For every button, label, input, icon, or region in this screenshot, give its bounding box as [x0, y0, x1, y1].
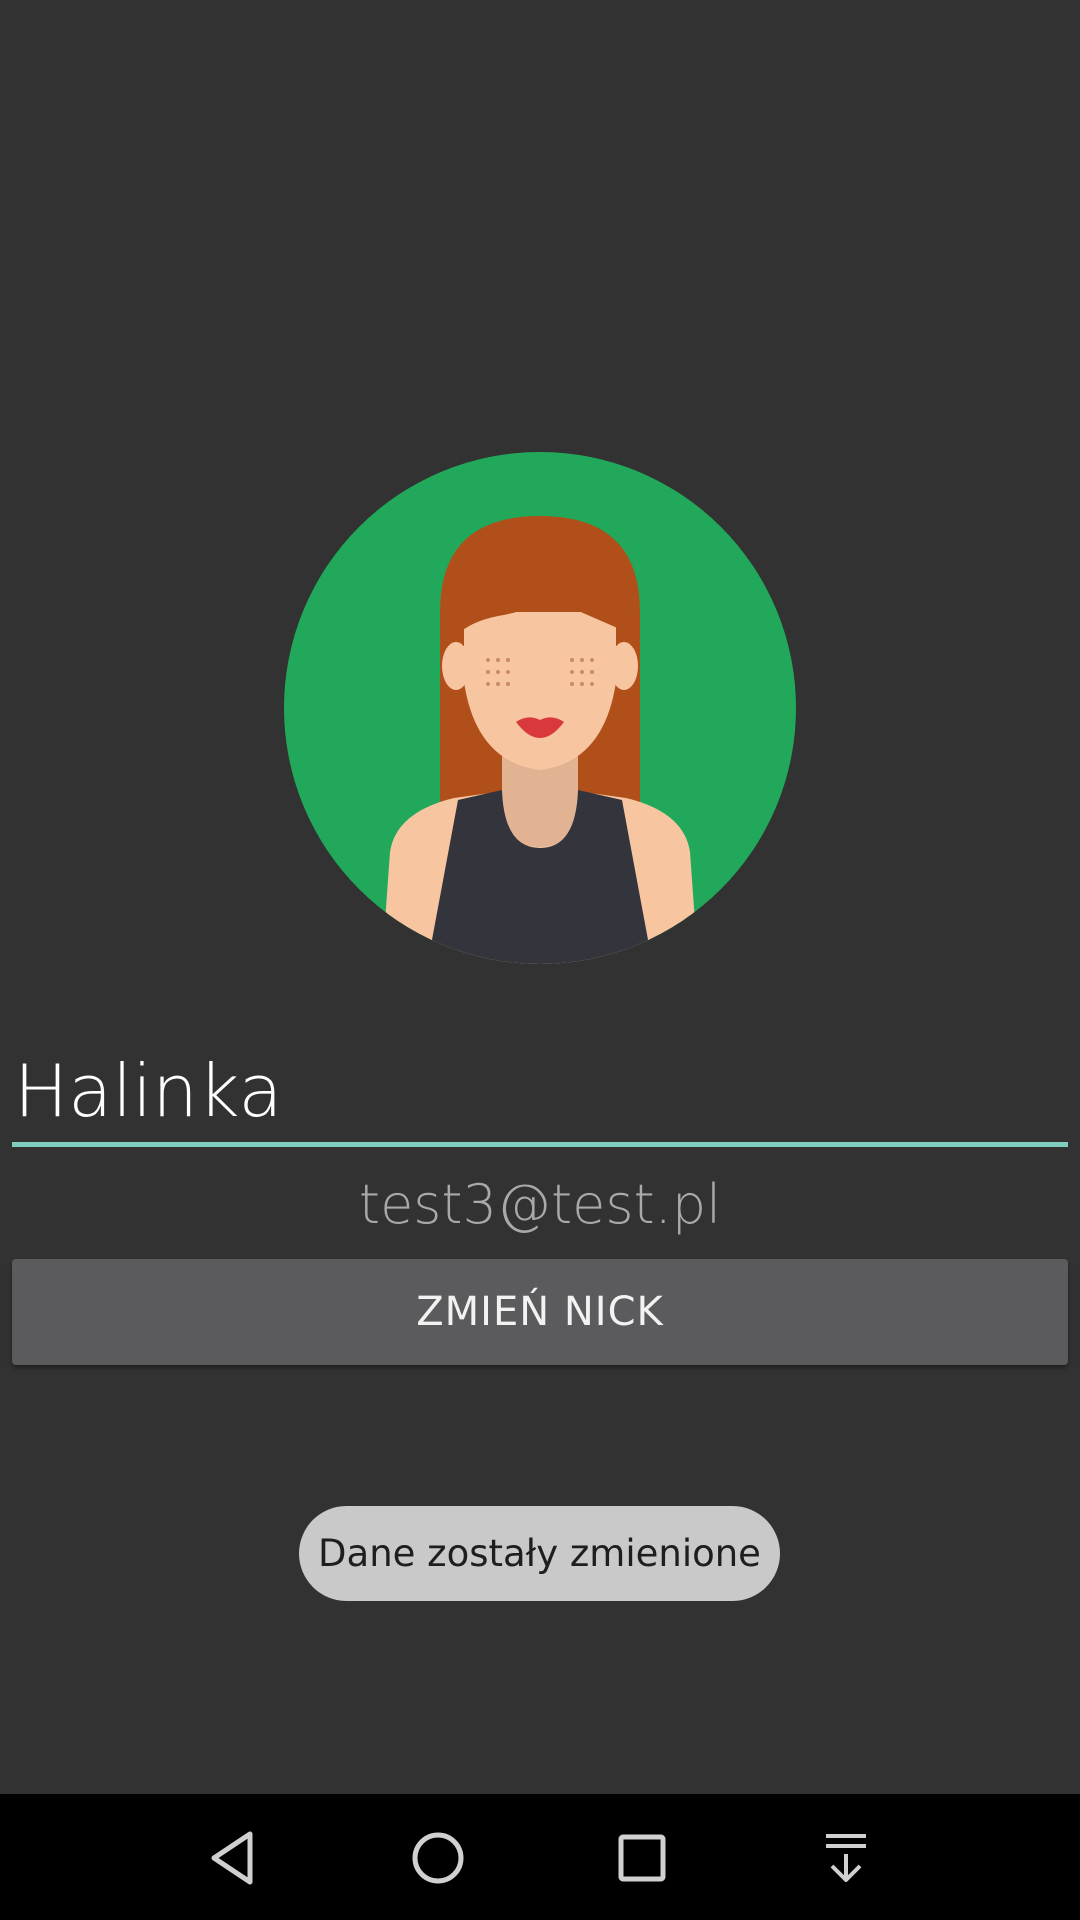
toast-message: Dane zostały zmienione [299, 1506, 780, 1601]
home-button[interactable] [396, 1816, 480, 1900]
nick-value: Halinka [14, 1049, 283, 1133]
email-label: test3@test.pl [358, 1173, 722, 1236]
female-avatar-icon [284, 452, 796, 964]
pull-down-notifications-icon [826, 1834, 866, 1882]
change-nick-button[interactable]: ZMIEŃ NICK [12, 1259, 1068, 1365]
recents-button[interactable] [600, 1816, 684, 1900]
system-navigation-bar [0, 1794, 1080, 1920]
change-nick-button-label: ZMIEŃ NICK [416, 1289, 664, 1335]
avatar[interactable] [284, 452, 796, 964]
back-triangle-icon [211, 1831, 253, 1885]
home-circle-icon [412, 1832, 464, 1884]
nick-input[interactable]: Halinka [12, 1035, 1068, 1147]
toast-text: Dane zostały zmienione [318, 1532, 761, 1575]
back-button[interactable] [192, 1816, 276, 1900]
recents-square-icon [618, 1834, 666, 1882]
notifications-pull-button[interactable] [804, 1816, 888, 1900]
profile-screen: Halinka test3@test.pl ZMIEŃ NICK Dane zo… [0, 0, 1080, 1920]
